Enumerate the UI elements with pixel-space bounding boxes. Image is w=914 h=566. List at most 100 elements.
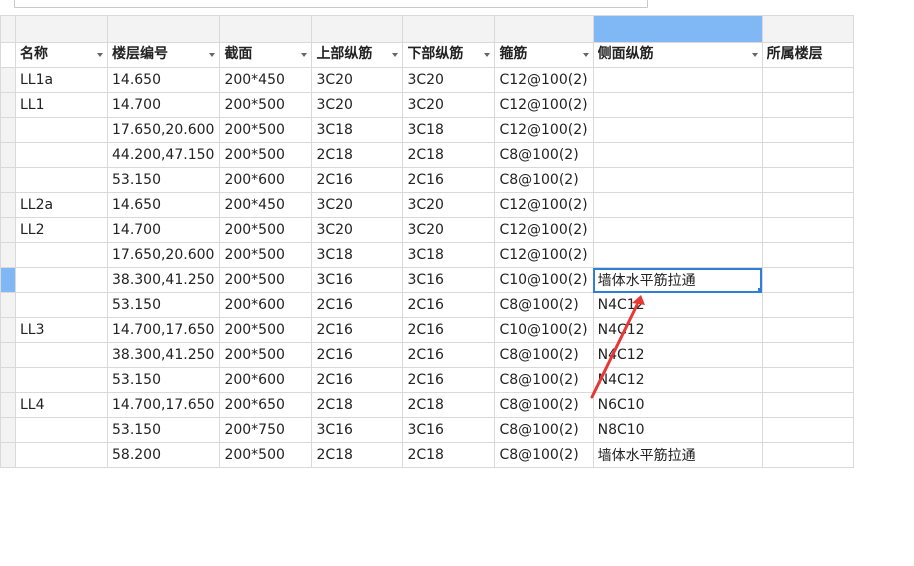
table-cell[interactable]: 200*600 xyxy=(219,367,313,393)
table-cell[interactable] xyxy=(15,417,108,443)
row-header[interactable] xyxy=(0,317,16,343)
table-cell[interactable]: 2C16 xyxy=(311,292,404,318)
table-cell[interactable] xyxy=(592,67,763,93)
table-cell[interactable]: LL3 xyxy=(15,317,108,343)
table-cell[interactable]: 200*450 xyxy=(219,192,313,218)
table-cell[interactable]: C12@100(2) xyxy=(494,192,594,218)
dropdown-filter-icon[interactable] xyxy=(582,53,589,57)
column-header-cell[interactable]: 名称 xyxy=(15,42,108,68)
table-cell[interactable]: 200*500 xyxy=(219,242,313,268)
select-all-corner[interactable] xyxy=(0,15,16,43)
table-cell[interactable]: N8C10 xyxy=(592,417,763,443)
dropdown-filter-icon[interactable] xyxy=(301,53,308,57)
table-cell[interactable] xyxy=(761,317,854,343)
table-cell[interactable]: 3C20 xyxy=(311,92,404,118)
table-cell[interactable] xyxy=(761,117,854,143)
table-cell[interactable]: 38.300,41.250 xyxy=(106,342,221,368)
row-header[interactable] xyxy=(0,217,16,243)
table-cell[interactable] xyxy=(592,242,763,268)
table-cell[interactable]: 3C16 xyxy=(402,267,496,293)
column-letter-header[interactable] xyxy=(106,15,221,43)
table-cell[interactable]: 2C18 xyxy=(402,392,496,418)
table-cell[interactable]: 14.650 xyxy=(106,192,221,218)
table-cell[interactable]: 2C16 xyxy=(311,317,404,343)
row-header[interactable] xyxy=(0,142,16,168)
row-header[interactable] xyxy=(0,267,16,293)
table-cell[interactable] xyxy=(761,342,854,368)
table-cell[interactable] xyxy=(592,192,763,218)
row-header[interactable] xyxy=(0,117,16,143)
table-cell[interactable]: 3C18 xyxy=(311,242,404,268)
table-cell[interactable] xyxy=(592,167,763,193)
table-cell[interactable]: N4C12 xyxy=(592,292,763,318)
row-header[interactable] xyxy=(0,442,16,468)
column-letter-header[interactable] xyxy=(761,15,854,43)
table-cell[interactable] xyxy=(15,117,108,143)
table-cell[interactable]: 3C20 xyxy=(311,67,404,93)
row-header[interactable] xyxy=(0,242,16,268)
table-cell[interactable]: 44.200,47.150 xyxy=(106,142,221,168)
table-cell[interactable]: 3C20 xyxy=(402,192,496,218)
table-cell[interactable]: 14.700 xyxy=(106,217,221,243)
row-header[interactable] xyxy=(0,417,16,443)
table-cell[interactable]: N4C12 xyxy=(592,317,763,343)
table-cell[interactable] xyxy=(15,242,108,268)
table-cell[interactable]: 200*500 xyxy=(219,267,313,293)
table-cell[interactable]: 14.700,17.650 xyxy=(106,392,221,418)
table-cell[interactable] xyxy=(15,442,108,468)
table-cell[interactable]: 14.700 xyxy=(106,92,221,118)
table-cell[interactable] xyxy=(761,217,854,243)
table-cell[interactable]: 17.650,20.600 xyxy=(106,242,221,268)
table-cell[interactable]: 3C16 xyxy=(311,417,404,443)
table-cell[interactable]: C12@100(2) xyxy=(494,117,594,143)
column-letter-header[interactable] xyxy=(494,15,594,43)
table-cell[interactable]: 200*500 xyxy=(219,317,313,343)
table-cell[interactable]: LL4 xyxy=(15,392,108,418)
column-letter-header[interactable] xyxy=(219,15,313,43)
table-cell[interactable]: 3C18 xyxy=(402,117,496,143)
table-cell[interactable]: 200*500 xyxy=(219,92,313,118)
table-cell[interactable]: 2C16 xyxy=(402,367,496,393)
table-cell[interactable]: C8@100(2) xyxy=(494,392,594,418)
table-cell[interactable]: 200*450 xyxy=(219,67,313,93)
table-cell[interactable]: N4C12 xyxy=(592,342,763,368)
active-cell[interactable]: 墙体水平筋拉通 xyxy=(592,267,763,293)
table-cell[interactable]: N4C12 xyxy=(592,367,763,393)
table-cell[interactable]: 3C18 xyxy=(402,242,496,268)
dropdown-filter-icon[interactable] xyxy=(751,53,758,57)
table-cell[interactable] xyxy=(592,92,763,118)
column-letter-header[interactable] xyxy=(15,15,108,43)
dropdown-filter-icon[interactable] xyxy=(209,53,216,57)
table-cell[interactable]: 200*500 xyxy=(219,342,313,368)
table-cell[interactable]: LL1 xyxy=(15,92,108,118)
table-cell[interactable]: 3C20 xyxy=(402,67,496,93)
table-cell[interactable] xyxy=(761,192,854,218)
table-cell[interactable]: 200*650 xyxy=(219,392,313,418)
table-cell[interactable]: 3C20 xyxy=(311,217,404,243)
table-cell[interactable]: 2C16 xyxy=(402,342,496,368)
column-header-cell[interactable]: 侧面纵筋 xyxy=(592,42,763,68)
column-header-cell[interactable]: 箍筋 xyxy=(494,42,594,68)
table-cell[interactable]: 2C18 xyxy=(311,442,404,468)
table-cell[interactable]: 200*500 xyxy=(219,217,313,243)
table-cell[interactable]: 2C18 xyxy=(311,392,404,418)
table-cell[interactable]: C12@100(2) xyxy=(494,242,594,268)
table-cell[interactable]: 14.650 xyxy=(106,67,221,93)
row-header[interactable] xyxy=(0,292,16,318)
table-cell[interactable]: 2C16 xyxy=(311,367,404,393)
table-cell[interactable] xyxy=(592,142,763,168)
table-cell[interactable]: 2C16 xyxy=(402,317,496,343)
table-cell[interactable]: C8@100(2) xyxy=(494,142,594,168)
table-cell[interactable]: C8@100(2) xyxy=(494,417,594,443)
table-cell[interactable]: 200*500 xyxy=(219,442,313,468)
table-cell[interactable] xyxy=(761,142,854,168)
table-cell[interactable]: LL1a xyxy=(15,67,108,93)
column-header-cell[interactable]: 下部纵筋 xyxy=(402,42,496,68)
table-cell[interactable]: C10@100(2) xyxy=(494,267,594,293)
table-cell[interactable]: LL2a xyxy=(15,192,108,218)
table-cell[interactable] xyxy=(761,242,854,268)
column-header-cell[interactable]: 楼层编号 xyxy=(106,42,221,68)
column-letter-header[interactable] xyxy=(592,15,763,43)
table-cell[interactable] xyxy=(15,367,108,393)
table-cell[interactable]: 200*500 xyxy=(219,142,313,168)
